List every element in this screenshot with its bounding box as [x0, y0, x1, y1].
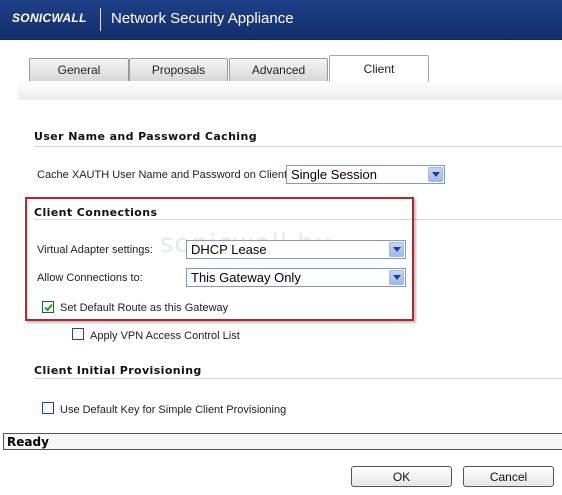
vpn-acl-checkbox[interactable]	[72, 328, 84, 340]
header-divider	[100, 8, 101, 31]
chevron-down-icon[interactable]	[428, 167, 443, 182]
cache-xauth-label: Cache XAUTH User Name and Password on Cl…	[37, 169, 291, 181]
section-divider	[34, 378, 562, 379]
cache-xauth-select[interactable]: Single Session	[286, 165, 445, 184]
tab-client[interactable]: Client	[329, 55, 429, 82]
tab-general[interactable]: General	[29, 58, 129, 81]
status-text: Ready	[7, 435, 49, 449]
section-title-provisioning: Client Initial Provisioning	[34, 364, 202, 377]
cache-xauth-value: Single Session	[291, 167, 377, 182]
sonicwall-logo: SONICWALL	[12, 11, 87, 25]
default-key-checkbox[interactable]	[42, 402, 54, 414]
default-key-label: Use Default Key for Simple Client Provis…	[60, 404, 287, 416]
tab-proposals[interactable]: Proposals	[129, 58, 228, 81]
vpn-acl-label: Apply VPN Access Control List	[90, 330, 240, 342]
tab-advanced[interactable]: Advanced	[229, 58, 328, 81]
highlight-box	[25, 197, 414, 321]
tab-strip-background	[18, 80, 562, 100]
section-title-caching: User Name and Password Caching	[34, 130, 257, 143]
section-divider	[34, 146, 562, 147]
ok-button[interactable]: OK	[351, 466, 452, 487]
status-bar: Ready	[3, 433, 562, 450]
app-title: Network Security Appliance	[111, 10, 294, 27]
cancel-button[interactable]: Cancel	[463, 466, 554, 487]
app-header: SONICWALL Network Security Appliance	[0, 0, 562, 40]
